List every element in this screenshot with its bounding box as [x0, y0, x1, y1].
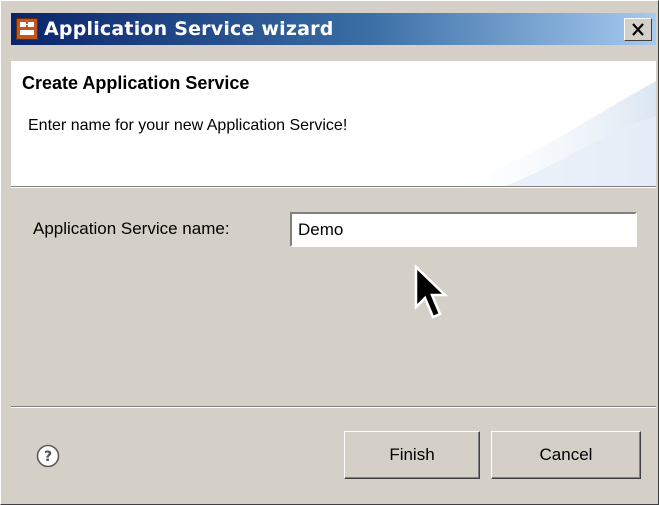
wizard-window: Application Service wizard Create Applic…: [0, 0, 659, 505]
close-button[interactable]: [624, 18, 652, 41]
banner-separator: [11, 186, 656, 188]
svg-text:?: ?: [44, 449, 52, 465]
finish-button[interactable]: Finish: [344, 431, 480, 479]
title-bar[interactable]: Application Service wizard: [11, 13, 656, 45]
banner-title: Create Application Service: [22, 73, 250, 93]
footer-separator: [11, 406, 656, 408]
wizard-banner: Create Application Service Enter name fo…: [11, 61, 656, 186]
application-service-name-input[interactable]: [290, 212, 637, 247]
name-label: Application Service name:: [33, 219, 230, 238]
cancel-button[interactable]: Cancel: [491, 431, 641, 479]
window-title: Application Service wizard: [44, 18, 334, 40]
banner-decoration: [436, 81, 656, 186]
mouse-pointer-icon: [414, 264, 449, 319]
close-icon: [632, 23, 644, 36]
wizard-app-icon: [16, 18, 38, 40]
question-mark-icon[interactable]: ?: [36, 444, 60, 468]
banner-message: Enter name for your new Application Serv…: [28, 117, 348, 134]
